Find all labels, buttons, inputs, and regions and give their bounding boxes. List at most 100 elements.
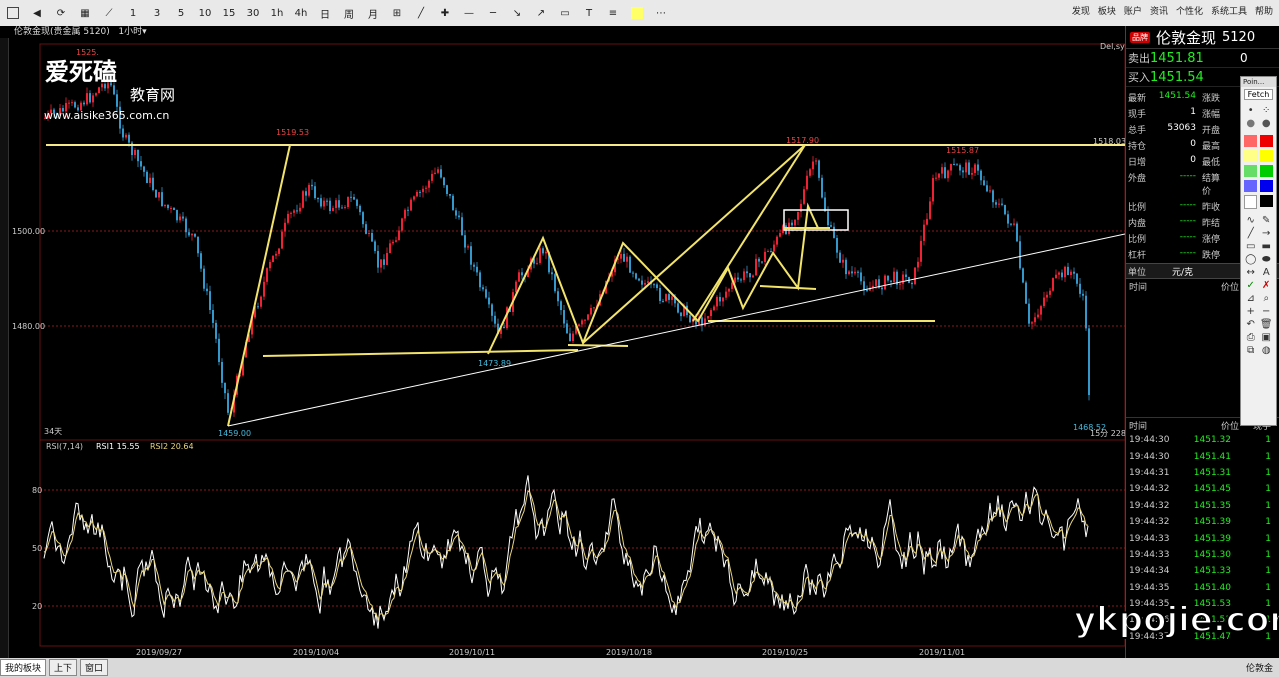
dot-small-icon[interactable]: •: [1244, 105, 1258, 116]
period-button[interactable]: 月: [362, 4, 384, 22]
tick-row[interactable]: 19:44:31 1451.31 1: [1126, 465, 1279, 481]
bottom-bar: 我的板块 上下 窗口 伦敦金: [0, 658, 1279, 677]
dot-gray-icon[interactable]: ●: [1244, 118, 1258, 129]
tab-window[interactable]: 窗口: [80, 659, 109, 676]
top-menu-item[interactable]: 帮助: [1255, 4, 1273, 17]
refresh-icon[interactable]: ⟳: [50, 4, 72, 22]
delete-tool-icon[interactable]: ✗: [1260, 280, 1274, 291]
pen-icon[interactable]: ✎: [1260, 215, 1274, 226]
filled-ellipse-icon[interactable]: ⬬: [1260, 254, 1274, 265]
tick-row[interactable]: 19:44:34 1451.33 1: [1126, 563, 1279, 579]
tick-row[interactable]: 19:44:32 1451.35 1: [1126, 498, 1279, 514]
text-tool-icon[interactable]: A: [1260, 267, 1274, 278]
swatch-red[interactable]: [1260, 135, 1273, 147]
measure-icon[interactable]: ⊿: [1244, 293, 1258, 304]
fetch-button[interactable]: Fetch: [1244, 89, 1273, 100]
top-menu-item[interactable]: 资讯: [1150, 4, 1168, 17]
symbol-label[interactable]: 伦敦金现(贵金属 5120): [14, 27, 110, 37]
check-tool-icon[interactable]: ✓: [1244, 280, 1258, 291]
copy-icon[interactable]: ⧉: [1244, 345, 1258, 356]
dot-dark-icon[interactable]: ●: [1260, 118, 1274, 129]
minus-icon[interactable]: −: [1260, 306, 1274, 317]
period-button[interactable]: 1: [122, 4, 144, 22]
tick-row[interactable]: 19:44:33 1451.30 1: [1126, 547, 1279, 563]
swatch-light-green[interactable]: [1244, 165, 1257, 177]
period-button[interactable]: 3: [146, 4, 168, 22]
swatch-green[interactable]: [1260, 165, 1273, 177]
candle-body: [419, 191, 421, 193]
swatch-white[interactable]: [1244, 195, 1257, 209]
period-button[interactable]: 5: [170, 4, 192, 22]
more-icon[interactable]: ⋯: [650, 4, 672, 22]
period-button[interactable]: 日: [314, 4, 336, 22]
period-button[interactable]: 10: [194, 4, 216, 22]
dot-dots-icon[interactable]: ⁘: [1260, 105, 1274, 116]
filled-rect-icon[interactable]: ▬: [1260, 241, 1274, 252]
swatch-light-yellow[interactable]: [1244, 150, 1257, 162]
rect-icon[interactable]: ▭: [554, 4, 576, 22]
period-button[interactable]: 4h: [290, 4, 312, 22]
tab-updown[interactable]: 上下: [49, 659, 78, 676]
chart-area[interactable]: 1500.00 1480.00 Del,sy 1518.03 1525. 151…: [8, 38, 1134, 658]
arrow-icon[interactable]: ↘: [506, 4, 528, 22]
crosshair-icon[interactable]: ✚: [434, 4, 456, 22]
line-icon[interactable]: ⟋: [98, 4, 120, 22]
grid-icon[interactable]: [2, 4, 24, 22]
curve-icon[interactable]: ∿: [1244, 215, 1258, 226]
globe-icon[interactable]: ◍: [1260, 345, 1274, 356]
text-icon[interactable]: T: [578, 4, 600, 22]
top-menu-item[interactable]: 系统工具: [1211, 4, 1247, 17]
candle-body: [371, 233, 373, 242]
top-menu-item[interactable]: 发现: [1072, 4, 1090, 17]
print-icon[interactable]: ⎙: [1244, 332, 1258, 343]
period-button[interactable]: 15: [218, 4, 240, 22]
swatch-light-blue[interactable]: [1244, 180, 1257, 192]
resize-icon[interactable]: ↔: [1244, 267, 1258, 278]
undo-icon[interactable]: ↶: [1244, 319, 1258, 330]
top-menu-item[interactable]: 个性化: [1176, 4, 1203, 17]
candle-body: [959, 165, 961, 171]
hline-icon[interactable]: —: [458, 4, 480, 22]
ruler-icon[interactable]: ╱: [410, 4, 432, 22]
highlight-icon[interactable]: [626, 4, 648, 22]
palette-header[interactable]: Poin...: [1241, 77, 1276, 87]
tab-my-sectors[interactable]: 我的板块: [0, 659, 47, 676]
back-icon[interactable]: ◀: [26, 4, 48, 22]
field-label: 日增: [1128, 158, 1147, 168]
period-button[interactable]: 1h: [266, 4, 288, 22]
chart-svg[interactable]: 1500.00 1480.00 Del,sy 1518.03 1525. 151…: [8, 38, 1134, 658]
tick-row[interactable]: 19:44:33 1451.39 1: [1126, 530, 1279, 546]
tick-t: 19:44:32: [1129, 484, 1170, 495]
tick-row[interactable]: 19:44:32 1451.39 1: [1126, 514, 1279, 530]
indicator-icon[interactable]: ⊞: [386, 4, 408, 22]
period-label[interactable]: 1小时: [118, 27, 142, 37]
arrow2-icon[interactable]: ↗: [530, 4, 552, 22]
period-button[interactable]: 30: [242, 4, 264, 22]
tick-row[interactable]: 19:44:32 1451.45 1: [1126, 481, 1279, 497]
tick-row[interactable]: 19:44:30 1451.32 1: [1126, 432, 1279, 448]
candle-body: [545, 251, 547, 254]
candle-body: [224, 382, 226, 394]
top-menu-item[interactable]: 账户: [1124, 4, 1142, 17]
swatch-yellow[interactable]: [1260, 150, 1273, 162]
line-tool-icon[interactable]: ╱: [1244, 228, 1258, 239]
arrow-tool-icon[interactable]: →: [1260, 228, 1274, 239]
trash-icon[interactable]: 🗑: [1260, 319, 1274, 330]
rsi-panel-frame: [39, 439, 1126, 647]
swatch-blue[interactable]: [1260, 180, 1273, 192]
ellipse-icon[interactable]: ◯: [1244, 254, 1258, 265]
rect-tool-icon[interactable]: ▭: [1244, 241, 1258, 252]
plus-icon[interactable]: +: [1244, 306, 1258, 317]
top-menu-item[interactable]: 板块: [1098, 4, 1116, 17]
tick-row[interactable]: 19:44:35 1451.40 1: [1126, 580, 1279, 596]
swatch-black[interactable]: [1260, 195, 1273, 207]
fib-icon[interactable]: ≡: [602, 4, 624, 22]
period-button[interactable]: 周: [338, 4, 360, 22]
save-icon[interactable]: ▣: [1260, 332, 1274, 343]
draw-hline-icon[interactable]: ─: [482, 4, 504, 22]
tick-row[interactable]: 19:44:30 1451.41 1: [1126, 448, 1279, 464]
candle-body: [572, 333, 574, 342]
zoom-icon[interactable]: ⌕: [1260, 293, 1274, 304]
chart-type-icon[interactable]: ▦: [74, 4, 96, 22]
swatch-light-red[interactable]: [1244, 135, 1257, 147]
